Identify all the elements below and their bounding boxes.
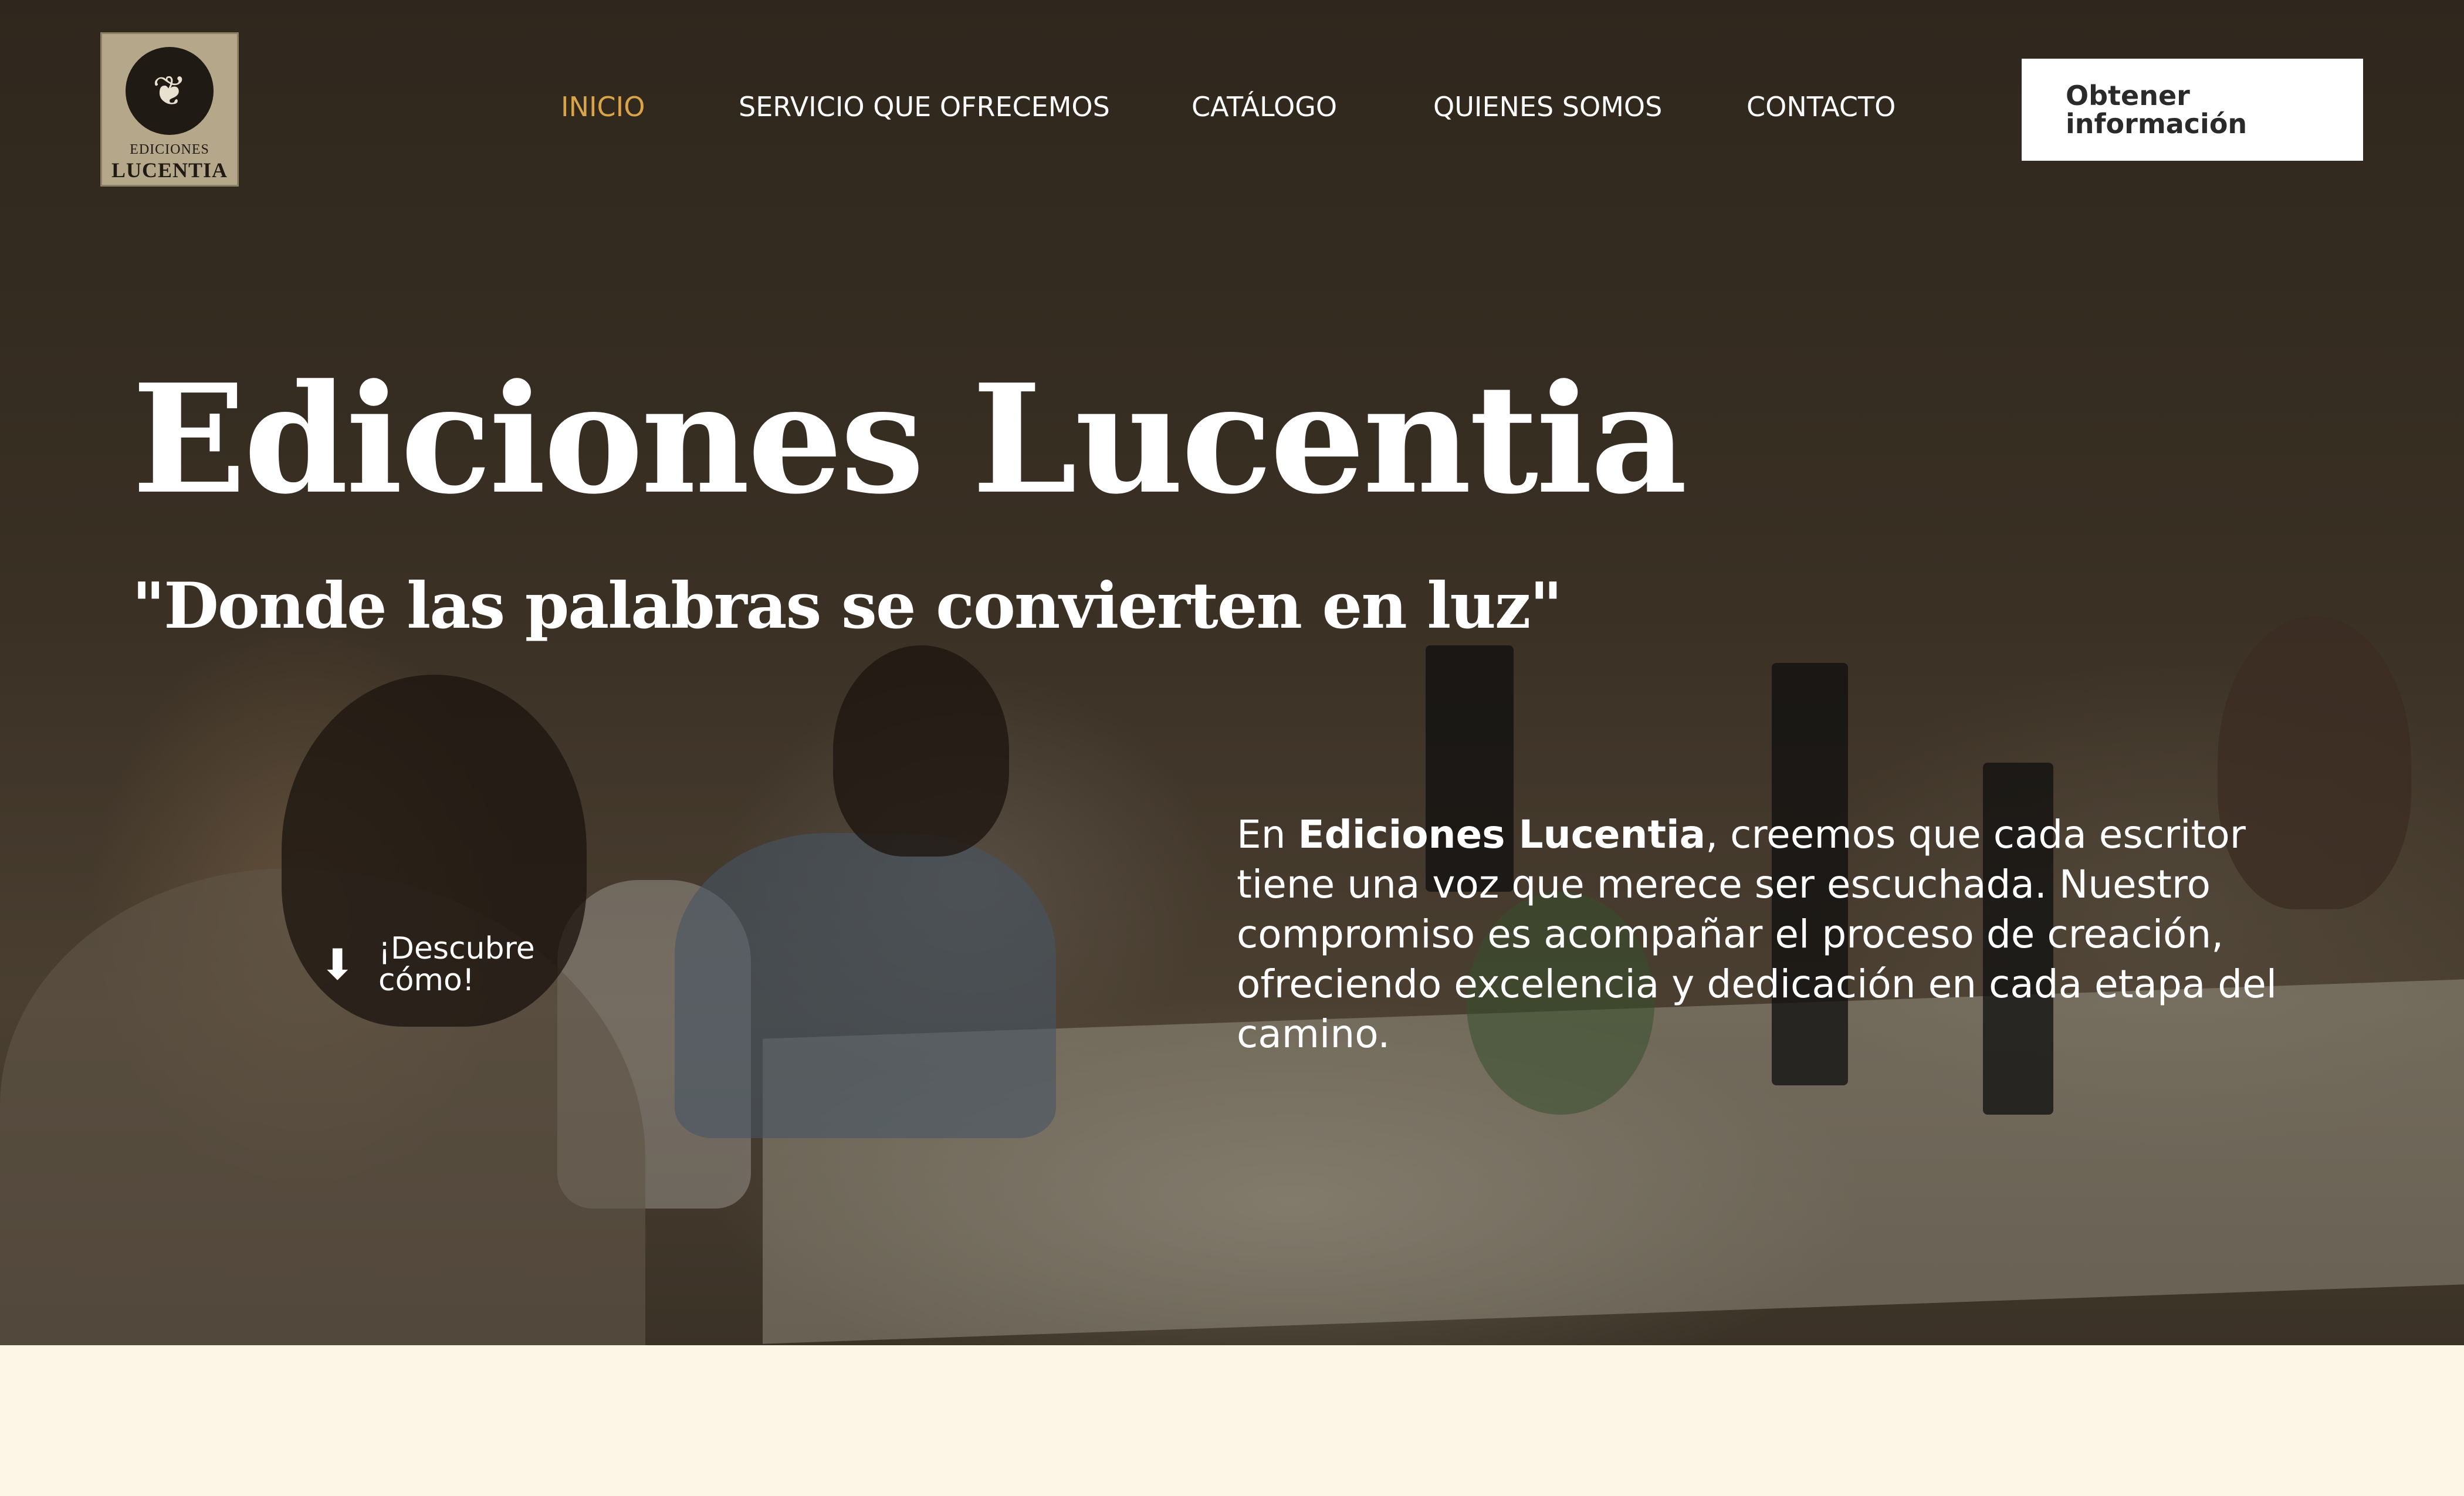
discover-link[interactable]: ⬇ ¡Descubre cómo! (320, 933, 566, 996)
background-person-head (833, 645, 1009, 857)
get-info-label: Obtener información (2066, 80, 2248, 140)
hero-section: ❦ EDICIONES LUCENTIA INICIO SERVICIO QUE… (0, 0, 2464, 1345)
open-book-lotus-icon: ❦ (126, 47, 214, 135)
nav-item-inicio[interactable]: INICIO (561, 91, 645, 123)
logo-text-bottom: LUCENTIA (111, 158, 228, 182)
intro-prefix: En (1237, 812, 1298, 857)
next-section (0, 1345, 2464, 1496)
nav-item-catalogo[interactable]: CATÁLOGO (1192, 91, 1337, 123)
site-logo[interactable]: ❦ EDICIONES LUCENTIA (100, 32, 239, 187)
logo-text-top: EDICIONES (130, 142, 209, 157)
background-person-body (675, 833, 1056, 1138)
nav-item-quienes-somos[interactable]: QUIENES SOMOS (1433, 91, 1662, 123)
nav-item-servicios[interactable]: SERVICIO QUE OFRECEMOS (739, 91, 1110, 123)
intro-brand: Ediciones Lucentia (1298, 812, 1706, 857)
hero-title: Ediciones Lucentia (132, 352, 1687, 527)
get-info-button[interactable]: Obtener información (2022, 59, 2363, 161)
hero-tagline: "Donde las palabras se convierten en luz… (132, 569, 1563, 643)
arrow-down-icon: ⬇ (320, 940, 356, 989)
nav-item-contacto[interactable]: CONTACTO (1747, 91, 1896, 123)
discover-label: ¡Descubre cómo! (378, 931, 535, 998)
intro-paragraph: En Ediciones Lucentia, creemos que cada … (1237, 810, 2340, 1059)
